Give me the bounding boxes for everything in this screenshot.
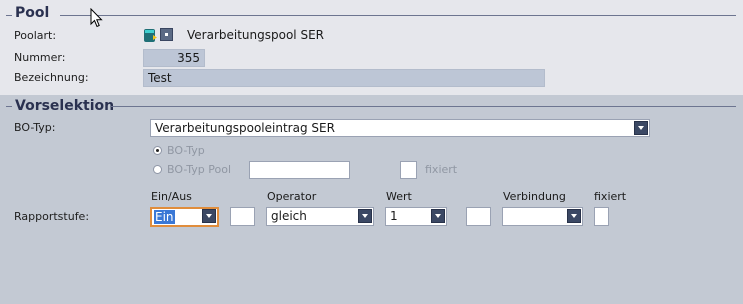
rapportstufe-label: Rapportstufe: [14,210,90,223]
bracket-open-input[interactable] [230,207,255,226]
poolart-label: Poolart: [14,29,57,42]
ein-aus-select[interactable]: Ein [150,207,219,227]
fixiert-checkbox[interactable] [400,161,417,179]
radio-bo-typ-label: BO-Typ [167,144,205,157]
col-ein-aus: Ein/Aus [151,190,192,203]
chevron-down-icon[interactable] [567,209,581,223]
nummer-label: Nummer: [14,51,66,64]
operator-select-value: gleich [271,209,307,223]
row-fixiert-checkbox[interactable] [594,207,609,226]
mouse-cursor-icon [90,8,103,28]
chevron-down-icon[interactable] [202,209,216,223]
pool-title: Pool [15,5,50,21]
col-verbindung: Verbindung [503,190,566,203]
col-wert: Wert [386,190,412,203]
ein-aus-select-value: Ein [154,210,175,224]
pool-type-icon [144,29,157,42]
vorselektion-title-line [110,106,736,107]
wert-select[interactable]: 1 [385,207,447,226]
bo-typ-select[interactable]: Verarbeitungspooleintrag SER [150,119,650,137]
fixiert-label: fixiert [425,163,458,176]
bezeichnung-field[interactable]: Test [143,69,545,87]
chevron-down-icon[interactable] [431,209,445,223]
bezeichnung-label: Bezeichnung: [14,71,89,84]
operator-select[interactable]: gleich [266,207,374,226]
bo-typ-select-value: Verarbeitungspooleintrag SER [155,121,335,135]
poolart-value: Verarbeitungspool SER [187,28,324,42]
vorselektion-title: Vorselektion [15,98,115,114]
vorselektion-title-line-left [6,106,12,107]
pool-title-line [60,15,736,16]
col-fixiert: fixiert [594,190,627,203]
col-operator: Operator [267,190,317,203]
radio-bo-typ-pool-label: BO-Typ Pool [167,163,232,176]
radio-bo-typ[interactable] [153,146,162,155]
wert-select-value: 1 [390,209,398,223]
nummer-field[interactable]: 355 [143,49,205,67]
chevron-down-icon[interactable] [634,121,648,135]
bracket-close-input[interactable] [466,207,491,226]
bo-typ-label: BO-Typ: [14,121,56,134]
small-square-icon[interactable] [160,28,173,41]
verbindung-select[interactable] [502,207,583,226]
pool-title-line-left [6,15,12,16]
pool-section: Pool Poolart: Verarbeitungspool SER Numm… [0,0,743,95]
bo-typ-pool-input[interactable] [249,161,350,179]
radio-bo-typ-pool[interactable] [153,165,162,174]
chevron-down-icon[interactable] [358,209,372,223]
